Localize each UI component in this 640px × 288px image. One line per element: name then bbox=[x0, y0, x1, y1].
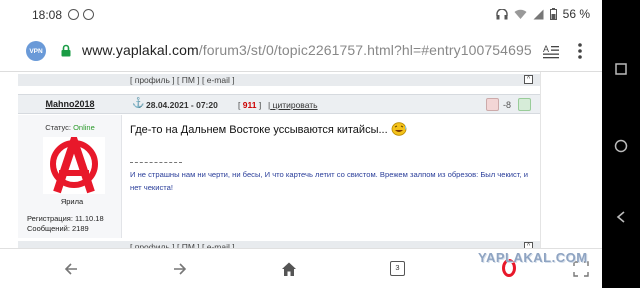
avatar[interactable] bbox=[43, 137, 105, 194]
svg-text:A: A bbox=[543, 44, 549, 54]
phone-screen: 18:08 56 % VPN www.yaplakal.com/forum3/s… bbox=[0, 0, 602, 288]
nav-home-icon[interactable] bbox=[614, 139, 628, 153]
more-menu-icon[interactable] bbox=[578, 42, 582, 60]
post-message: Где-то на Дальнем Востоке уссываются кит… bbox=[130, 122, 530, 136]
url-host: www.yaplakal.com bbox=[82, 42, 199, 58]
scroll-up-button[interactable]: ^ bbox=[524, 75, 533, 84]
prev-post-footer: [ профиль ] [ ПМ ] [ e-mail ] ^ bbox=[18, 74, 540, 86]
post-number-close: ] bbox=[258, 100, 262, 110]
user-stats: Регистрация: 11.10.18 Сообщений: 2189 bbox=[27, 214, 104, 234]
signal-icon bbox=[533, 9, 544, 19]
laughing-smiley-icon bbox=[391, 122, 407, 136]
profile-links[interactable]: [ профиль ] [ ПМ ] [ e-mail ] bbox=[130, 75, 235, 85]
user-rank: Ярила bbox=[60, 197, 84, 206]
post-username[interactable]: Mahno2018 bbox=[18, 99, 122, 109]
message-count: Сообщений: 2189 bbox=[27, 224, 89, 233]
vote-down-button[interactable] bbox=[486, 98, 499, 111]
page-gutter-left bbox=[0, 72, 18, 248]
post-date: 28.04.2021 - 07:20 bbox=[146, 100, 218, 110]
registration-date: Регистрация: 11.10.18 bbox=[27, 214, 104, 223]
quote-separator: | bbox=[268, 100, 271, 110]
tabs-button[interactable]: 3 bbox=[390, 261, 405, 276]
author-profile: Статус: Online Ярила Регистрация: 11.10.… bbox=[18, 115, 122, 238]
system-nav-bar bbox=[602, 0, 640, 288]
quote-link[interactable]: | цитировать bbox=[268, 100, 318, 110]
status-value: Online bbox=[73, 123, 95, 132]
anchor-icon[interactable]: ⚓ bbox=[132, 98, 144, 109]
home-icon[interactable] bbox=[281, 261, 297, 277]
post-footer: [ профиль ] [ ПМ ] [ e-mail ] ^ bbox=[18, 241, 540, 248]
web-page: [ профиль ] [ ПМ ] [ e-mail ] ^ Mahno201… bbox=[0, 72, 602, 248]
post-content: Где-то на Дальнем Востоке уссываются кит… bbox=[130, 122, 530, 192]
timer-icon bbox=[83, 9, 94, 20]
address-bar: VPN www.yaplakal.com/forum3/st/0/topic22… bbox=[0, 30, 602, 72]
page-gutter-right bbox=[540, 72, 602, 248]
post-number-open: [ bbox=[238, 100, 241, 110]
alarm-icon bbox=[68, 9, 79, 20]
post-message-text: Где-то на Дальнем Востоке уссываются кит… bbox=[130, 124, 388, 136]
clock: 18:08 bbox=[32, 8, 63, 22]
url-path: /forum3/st/0/topic2261757.html?hl=#entry… bbox=[198, 42, 532, 58]
nav-back-icon[interactable] bbox=[614, 210, 628, 224]
site-watermark: YAPLAKAL.COM bbox=[478, 250, 588, 265]
post-header: Mahno2018 ⚓ 28.04.2021 - 07:20 [ 911 ] |… bbox=[18, 94, 540, 114]
status-label: Статус: bbox=[45, 123, 71, 132]
quote-label: цитировать bbox=[272, 100, 318, 110]
lock-icon[interactable] bbox=[61, 44, 71, 57]
wifi-icon bbox=[514, 9, 527, 19]
post-signature: И не страшны нам ни черти, ни бесы, И чт… bbox=[130, 170, 528, 192]
post-score: -8 bbox=[503, 100, 512, 110]
reader-mode-icon[interactable]: A bbox=[543, 43, 559, 59]
status-icons: 56 % bbox=[495, 7, 590, 21]
vpn-badge[interactable]: VPN bbox=[26, 41, 46, 61]
status-line: Статус: Online bbox=[18, 123, 122, 132]
headphones-icon bbox=[495, 8, 508, 19]
signature-divider bbox=[130, 162, 182, 163]
status-bar: 18:08 56 % bbox=[0, 0, 602, 30]
vote-up-button[interactable] bbox=[518, 98, 531, 111]
nav-recents-icon[interactable] bbox=[614, 62, 628, 76]
battery-level: 56 % bbox=[562, 7, 590, 21]
battery-icon bbox=[549, 8, 557, 20]
forward-arrow-icon[interactable] bbox=[172, 261, 188, 277]
url-field[interactable]: www.yaplakal.com/forum3/st/0/topic226175… bbox=[82, 42, 532, 58]
back-arrow-icon[interactable] bbox=[63, 261, 79, 277]
post-number[interactable]: [ 911 ] bbox=[238, 100, 261, 110]
post-number-value: 911 bbox=[242, 100, 257, 110]
